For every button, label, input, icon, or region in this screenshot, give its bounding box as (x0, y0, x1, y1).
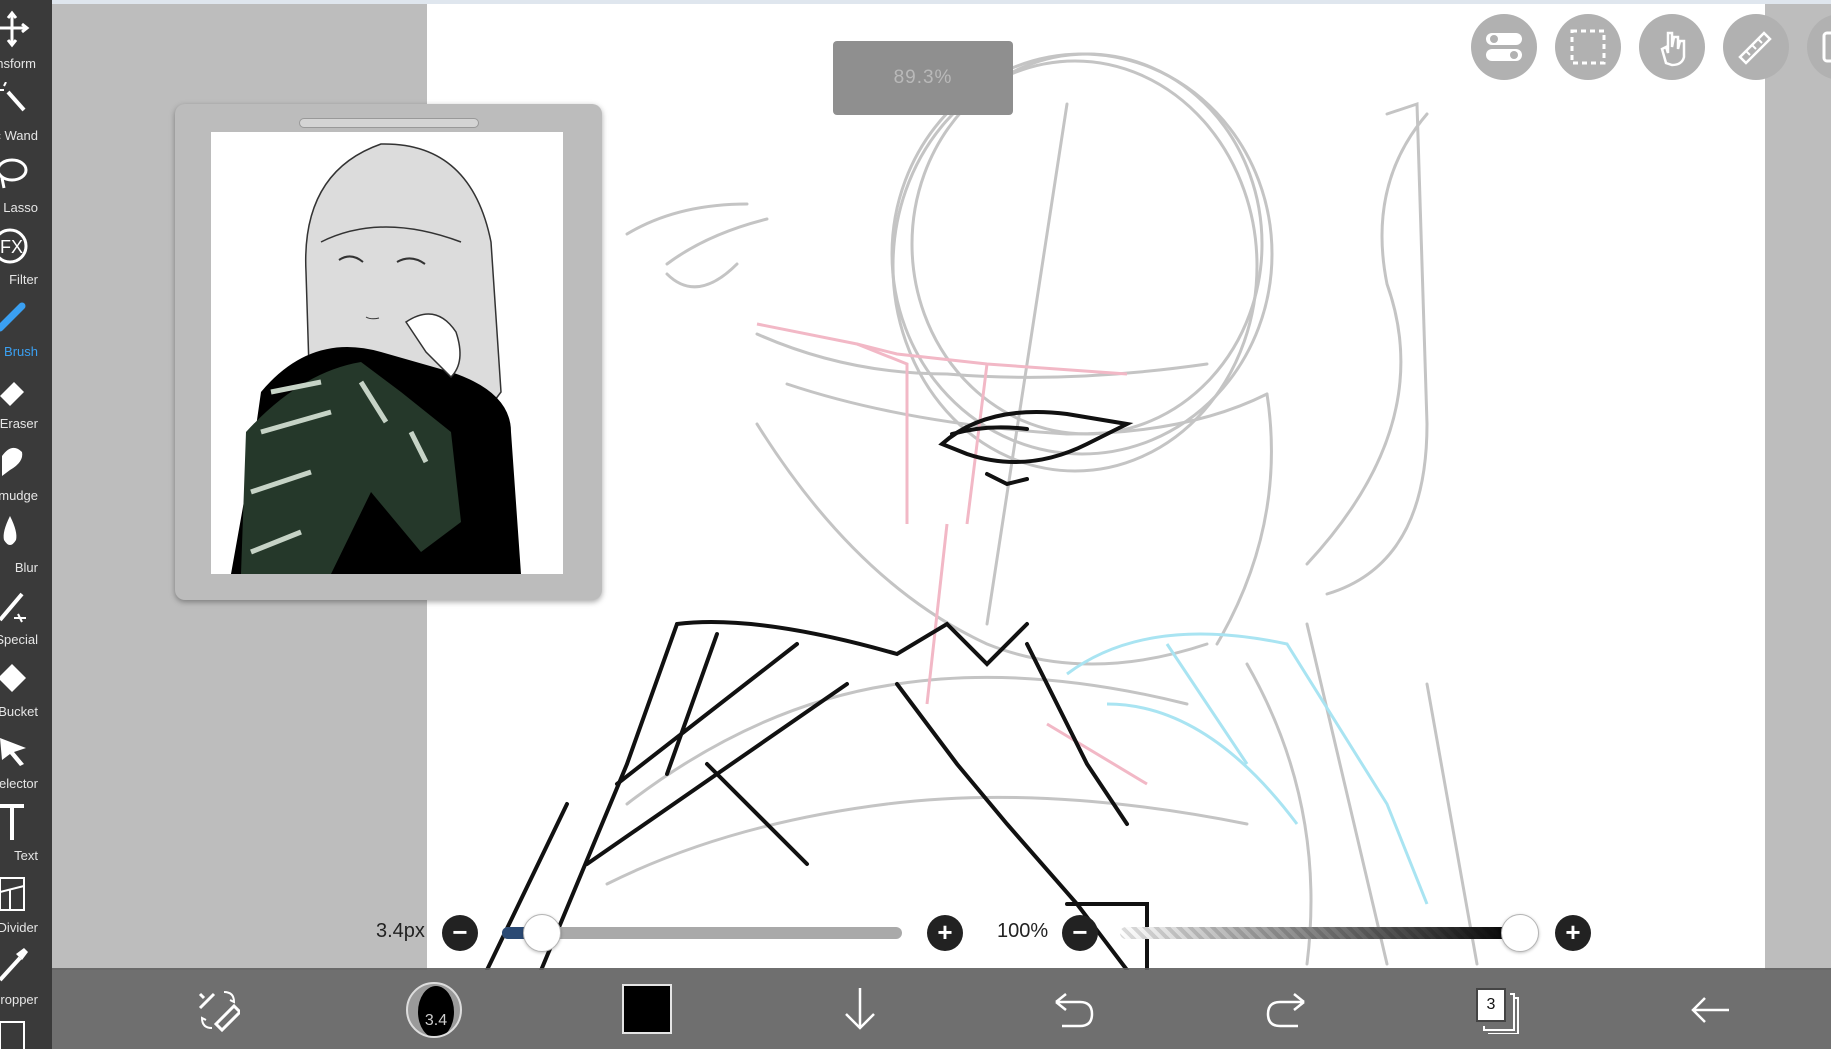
toggle-button[interactable] (1471, 14, 1537, 80)
opacity-increase-button[interactable]: + (1555, 915, 1591, 951)
brush-thumbnail-size: 3.4 (424, 1012, 448, 1029)
tool-label: Text (14, 848, 38, 863)
move-arrows-icon (0, 10, 30, 48)
opacity-slider[interactable] (1120, 927, 1520, 939)
tool-label: Selector (0, 776, 38, 791)
eyedropper-icon (0, 948, 28, 982)
swap-tools-button[interactable] (196, 988, 243, 1033)
opacity-value: 100% (997, 920, 1049, 942)
eraser-icon (0, 382, 24, 406)
tool-label: Brush (4, 344, 38, 359)
tool-eraser[interactable]: Eraser (0, 366, 52, 438)
brush-size-increase-button[interactable]: + (927, 915, 963, 951)
left-toolbar: Transform Magic Wand Lasso FX Filter Bru… (0, 0, 52, 1049)
back-button[interactable] (1689, 990, 1733, 1030)
opacity-fill (1120, 927, 1520, 939)
layers-panel-icon (1822, 31, 1831, 63)
tool-label: Bucket (0, 704, 38, 719)
tool-special[interactable]: Special (0, 582, 52, 654)
hand-icon (1660, 31, 1686, 67)
frame-divider-icon (0, 877, 25, 911)
text-icon (0, 804, 24, 840)
brush-size-value: 3.4px (376, 920, 425, 942)
tool-selector[interactable]: Selector (0, 726, 52, 798)
tool-label: Frame Divider (0, 920, 38, 935)
selector-arrow-icon (0, 738, 26, 766)
brush-size-decrease-button[interactable]: − (442, 915, 478, 951)
tool-eyedropper[interactable]: Eyedropper (0, 942, 52, 1014)
svg-text:FX: FX (0, 237, 23, 257)
tool-label: Special (0, 632, 38, 647)
import-down-arrow-icon (845, 988, 875, 1030)
zoom-indicator: 89.3% (833, 41, 1013, 115)
tool-smudge[interactable]: Smudge (0, 438, 52, 510)
brush-size-slider[interactable] (502, 927, 902, 939)
import-button[interactable] (838, 984, 882, 1034)
fx-icon: FX (0, 228, 28, 264)
tool-magic-wand[interactable]: Magic Wand (0, 78, 52, 150)
ruler-button[interactable] (1723, 14, 1789, 80)
tool-label: Filter (9, 272, 38, 287)
brush-size-knob[interactable] (523, 914, 561, 952)
color-swatch-button[interactable] (622, 984, 672, 1034)
tool-label: Lasso (3, 200, 38, 215)
tool-more[interactable] (0, 1014, 52, 1049)
tool-frame-divider[interactable]: Frame Divider (0, 870, 52, 942)
ruler-icon (1738, 31, 1772, 65)
special-wand-icon (0, 592, 26, 623)
tool-label: Eyedropper (0, 992, 38, 1007)
tool-label: Smudge (0, 488, 38, 503)
undo-button[interactable] (1052, 990, 1096, 1030)
tool-bucket[interactable]: Bucket (0, 654, 52, 726)
reference-window-handle[interactable] (299, 118, 479, 128)
opacity-knob[interactable] (1501, 914, 1539, 952)
tool-label: Transform (0, 56, 36, 71)
bucket-icon (0, 664, 26, 692)
tool-text[interactable]: Text (0, 798, 52, 870)
opacity-decrease-button[interactable]: − (1062, 915, 1098, 951)
tool-label: Magic Wand (0, 128, 38, 143)
tool-transform[interactable]: Transform (0, 6, 52, 78)
tool-brush[interactable]: Brush (0, 294, 52, 366)
swap-tools-icon (198, 991, 243, 1033)
magic-wand-icon (0, 82, 26, 112)
drop-icon (3, 516, 17, 545)
workspace-background-right (1765, 4, 1831, 970)
lasso-icon (0, 158, 28, 189)
tool-lasso[interactable]: Lasso (0, 150, 52, 222)
layers-icon (1483, 993, 1519, 1034)
app-window: Transform Magic Wand Lasso FX Filter Bru… (0, 0, 1831, 1049)
undo-icon (1055, 993, 1094, 1028)
toggle-icon (1486, 33, 1522, 61)
redo-button[interactable] (1264, 990, 1308, 1030)
tool-label: Blur (14, 560, 38, 575)
brush-icon (0, 302, 26, 332)
tool-blur[interactable]: Blur (0, 510, 52, 582)
redo-icon (1266, 993, 1305, 1028)
bottom-bar (52, 968, 1831, 1049)
selection-button[interactable] (1555, 14, 1621, 80)
smudge-icon (2, 447, 23, 476)
brush-thumbnail-button[interactable]: 3.4 (406, 982, 462, 1038)
tool-filter[interactable]: FX Filter (0, 222, 52, 294)
reference-window[interactable] (175, 104, 602, 600)
sketch-artwork (485, 52, 1479, 970)
reference-image (211, 132, 563, 574)
drawing-canvas[interactable] (427, 4, 1765, 970)
tool-label: Eraser (0, 416, 38, 431)
frame-icon (0, 1021, 25, 1049)
back-arrow-icon (1691, 997, 1729, 1023)
selection-icon (1570, 29, 1606, 65)
hand-button[interactable] (1639, 14, 1705, 80)
